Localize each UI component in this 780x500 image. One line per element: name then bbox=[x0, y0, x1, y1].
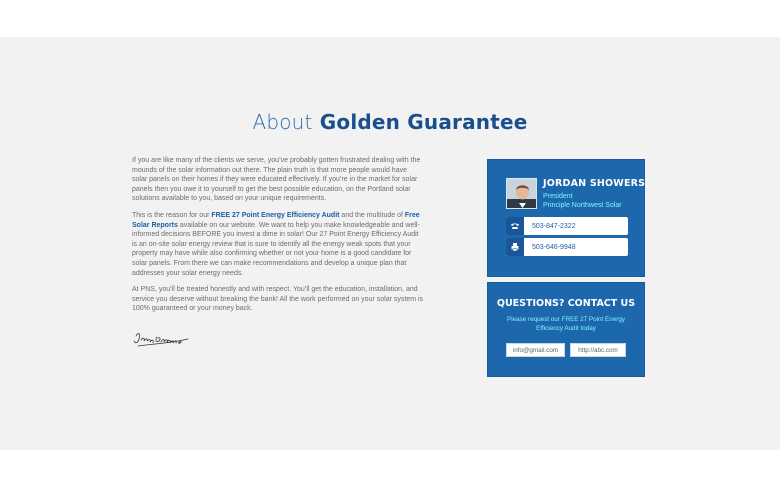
contact-name: JORDAN SHOWERS bbox=[543, 178, 646, 189]
contact-company: Principle Northwest Solar bbox=[543, 201, 622, 209]
phone-number: 503-847-2322 bbox=[532, 222, 576, 230]
website-button[interactable]: http://abc.com bbox=[570, 343, 626, 357]
contact-title: President bbox=[543, 193, 573, 200]
signature-image bbox=[133, 333, 189, 347]
questions-heading: QUESTIONS? CONTACT US bbox=[496, 298, 636, 309]
fax-icon bbox=[506, 238, 524, 256]
email-button[interactable]: info@gmail.com bbox=[506, 343, 565, 357]
p2-text-before: This is the reason for our bbox=[132, 211, 212, 219]
intro-paragraph-1: If you are like many of the clients we s… bbox=[132, 157, 421, 203]
intro-paragraph-2: This is the reason for our FREE 27 Point… bbox=[132, 211, 424, 278]
phone-row[interactable]: 503-847-2322 bbox=[506, 217, 628, 235]
p2-text-after: available on our website. We want to hel… bbox=[132, 221, 420, 277]
contact-role: President Principle Northwest Solar bbox=[543, 193, 622, 210]
avatar bbox=[506, 178, 537, 209]
fax-row[interactable]: 503-646-9948 bbox=[506, 238, 628, 256]
fax-number: 503-646-9948 bbox=[532, 243, 576, 251]
page-title: About Golden Guarantee bbox=[0, 110, 780, 134]
energy-audit-link[interactable]: FREE 27 Point Energy Efficiency Audit bbox=[211, 212, 339, 219]
title-light: About bbox=[252, 110, 313, 134]
questions-subtext: Please request our FREE 27 Point Energy … bbox=[507, 316, 625, 332]
phone-icon bbox=[506, 217, 524, 235]
p2-text-mid: and the multitude of bbox=[339, 211, 405, 219]
title-bold: Golden Guarantee bbox=[319, 110, 528, 134]
intro-copy: If you are like many of the clients we s… bbox=[132, 156, 424, 321]
intro-paragraph-3: At PNS, you’ll be treated honestly and w… bbox=[132, 286, 424, 313]
